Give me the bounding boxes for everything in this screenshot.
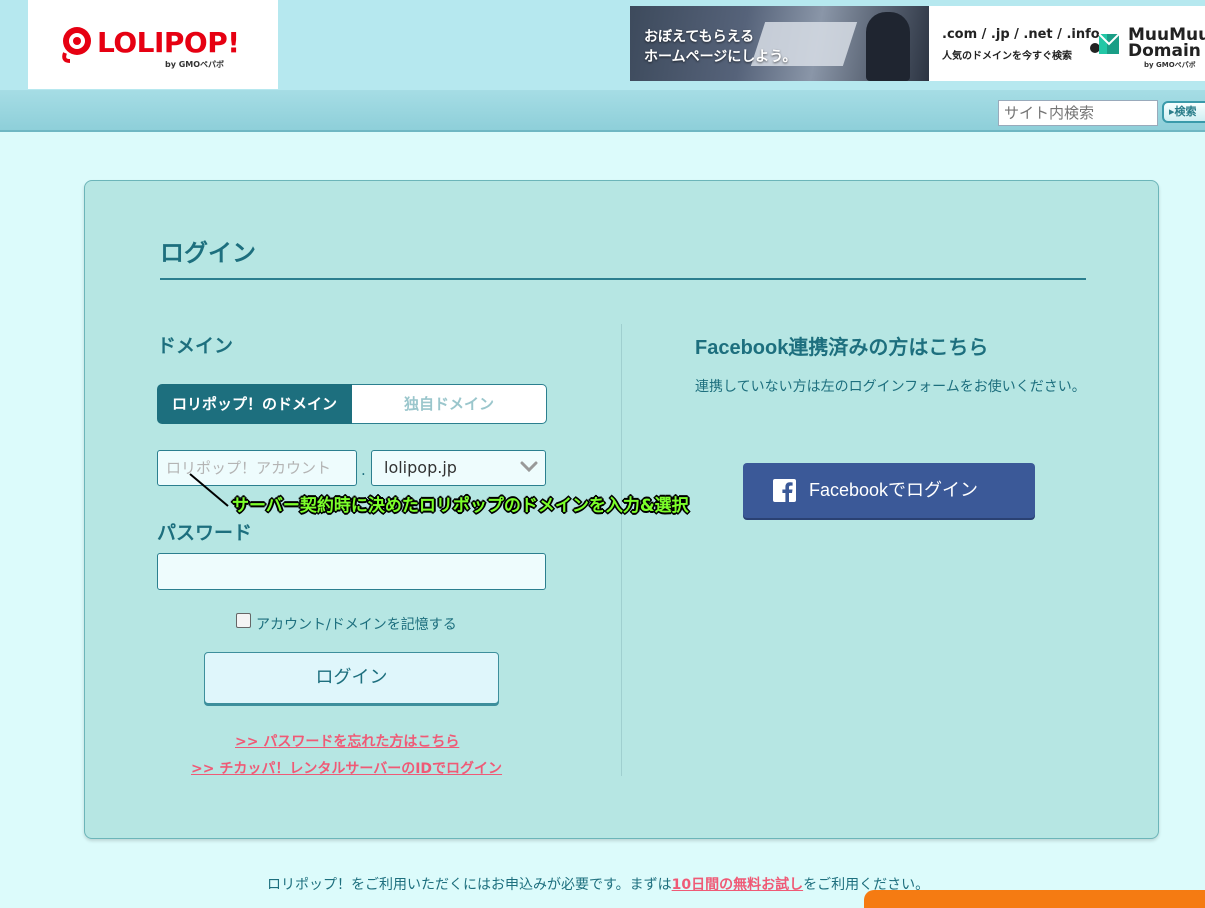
password-input[interactable] bbox=[157, 553, 546, 590]
tab-lolipop-domain[interactable]: ロリポップ！のドメイン bbox=[157, 384, 352, 424]
facebook-section-title: Facebook連携済みの方はこちら bbox=[695, 337, 989, 359]
site-search-input[interactable] bbox=[998, 100, 1158, 126]
domain-label: ドメイン bbox=[157, 335, 234, 357]
login-button[interactable]: ログイン bbox=[204, 652, 499, 704]
banner-brand-byline: by GMOペパボ bbox=[1144, 61, 1196, 69]
domain-separator: . bbox=[361, 461, 366, 479]
banner-brand-line-2: Domain bbox=[1128, 41, 1201, 61]
forgot-password-link[interactable]: >> パスワードを忘れた方はこちら bbox=[235, 731, 459, 751]
remember-checkbox[interactable] bbox=[236, 613, 251, 628]
password-label: パスワード bbox=[157, 522, 253, 544]
facebook-note: 連携していない方は左のログインフォームをお使いください。 bbox=[695, 379, 1086, 395]
title-divider bbox=[160, 278, 1086, 280]
logo-byline: by GMOペパボ bbox=[165, 60, 225, 69]
tab-own-domain[interactable]: 独自ドメイン bbox=[352, 384, 547, 424]
page-title: ログイン bbox=[160, 239, 256, 267]
footer-note-text: ロリポップ！をご利用いただくにはお申込みが必要です。まずは bbox=[267, 877, 672, 893]
banner-domain-sub: 人気のドメインを今すぐ検索 bbox=[942, 51, 1072, 62]
remember-label[interactable]: アカウント/ドメインを記憶する bbox=[256, 614, 457, 634]
annotation-pointer bbox=[189, 473, 229, 507]
footer-note: ロリポップ！をご利用いただくにはお申込みが必要です。まずは10日間の無料お試しを… bbox=[267, 874, 929, 894]
muumuu-logo-icon bbox=[1090, 33, 1120, 54]
annotation-callout: サーバー契約時に決めたロリポップのドメインを入力&選択 bbox=[232, 496, 689, 516]
logo-text: LOLIPOP! bbox=[97, 26, 240, 59]
search-button[interactable]: ▸検索 bbox=[1162, 101, 1205, 123]
column-divider bbox=[621, 324, 622, 776]
facebook-f-icon bbox=[773, 479, 796, 502]
facebook-login-button[interactable]: Facebookでログイン bbox=[743, 463, 1035, 518]
lolipop-logo[interactable]: LOLIPOP! by GMOペパボ bbox=[28, 0, 278, 89]
facebook-login-label: Facebookでログイン bbox=[809, 480, 979, 500]
muumuu-domain-banner[interactable]: おぼえてもらえる ホームページにしよう。 .com / .jp / .net /… bbox=[630, 6, 1205, 81]
chevron-down-icon bbox=[520, 461, 538, 473]
banner-headline-2: ホームページにしよう。 bbox=[644, 49, 797, 65]
free-trial-link[interactable]: 10日間の無料お試し bbox=[672, 877, 803, 893]
chicappa-login-link[interactable]: >> チカッパ！レンタルサーバーのIDでログイン bbox=[191, 758, 502, 778]
floating-cta-tab[interactable] bbox=[864, 890, 1205, 908]
lollipop-logo-icon bbox=[62, 27, 91, 63]
banner-headline-1: おぼえてもらえる bbox=[644, 29, 755, 45]
account-input[interactable]: ロリポップ！アカウント bbox=[157, 450, 357, 486]
banner-domain-list: .com / .jp / .net / .info bbox=[942, 27, 1100, 42]
